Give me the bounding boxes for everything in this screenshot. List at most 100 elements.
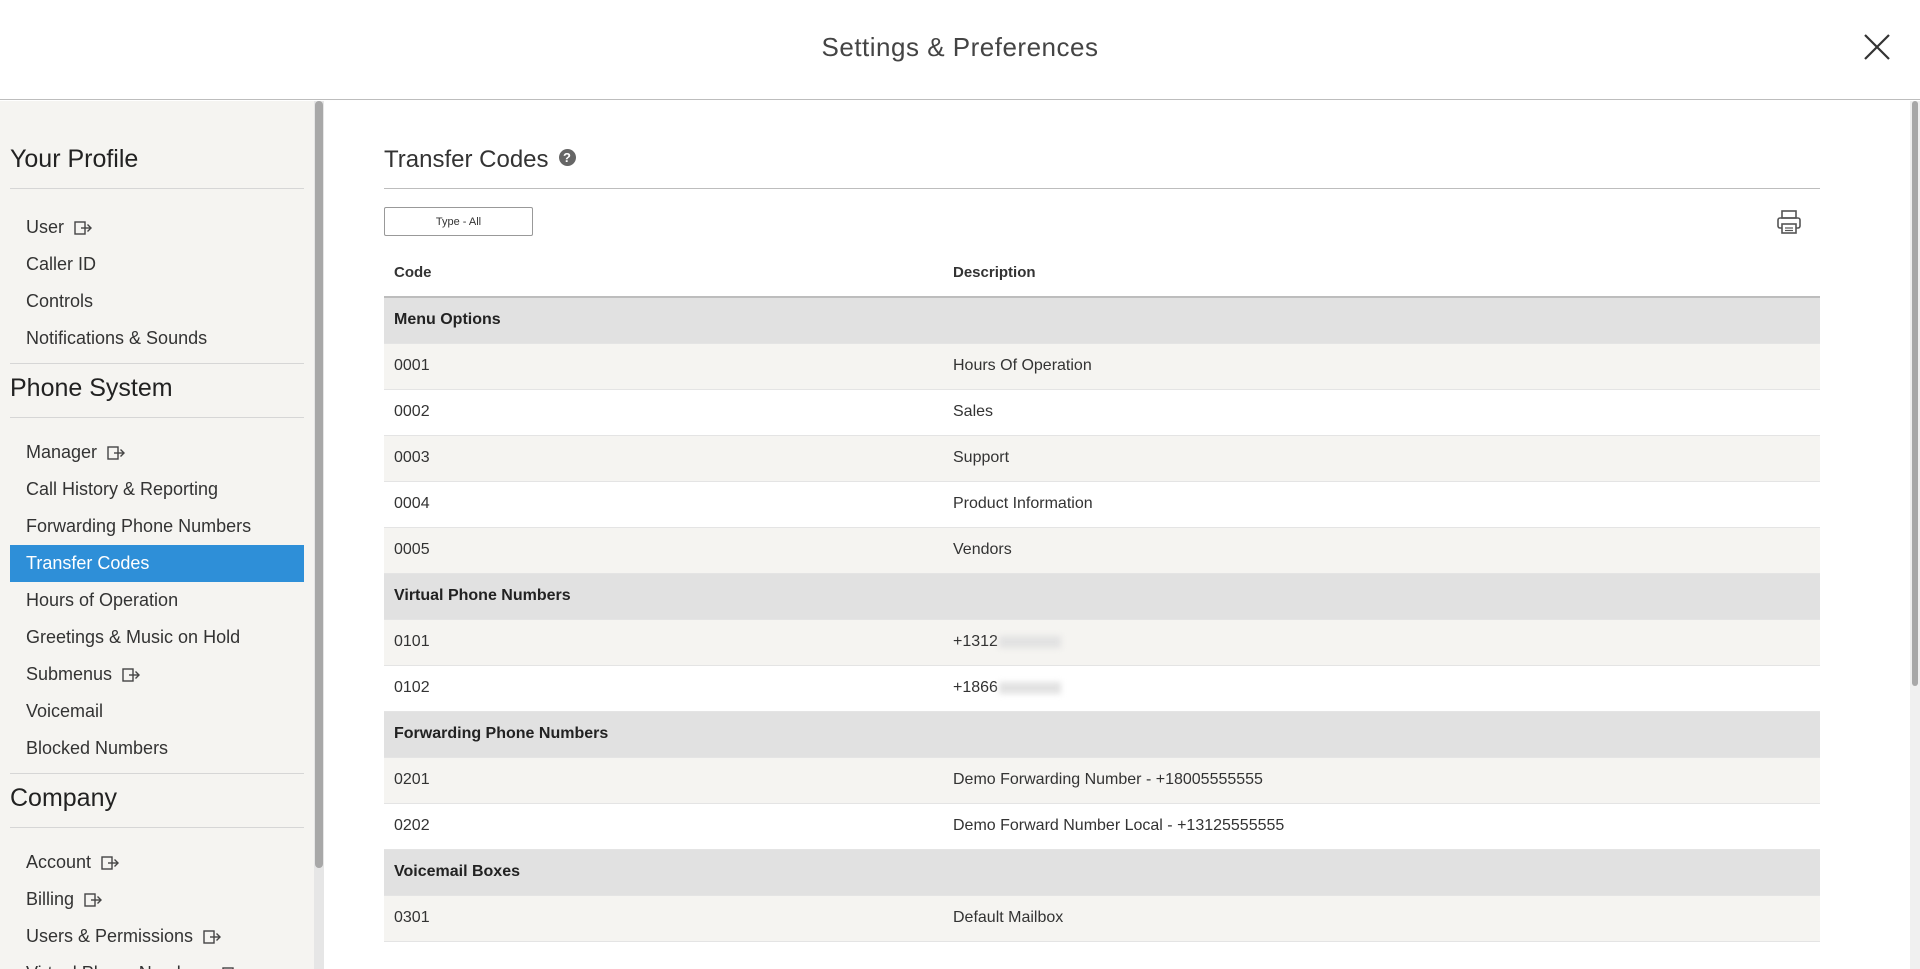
code-cell: 0202	[384, 803, 943, 850]
description-text: +1866	[953, 679, 998, 696]
sidebar-item-label: Users & Permissions	[26, 926, 194, 946]
description-text: +1312	[953, 633, 998, 650]
redacted-number	[998, 635, 1061, 648]
sidebar-item-notifications-and-sounds[interactable]: Notifications & Sounds	[10, 320, 304, 357]
sidebar-item-caller-id[interactable]: Caller ID	[10, 246, 304, 283]
description-text: Vendors	[953, 541, 1012, 558]
sidebar-section-title: Phone System	[10, 364, 304, 418]
description-text: Product Information	[953, 495, 1093, 512]
sidebar-item-label: Notifications & Sounds	[26, 328, 208, 348]
sidebar-scrollbar[interactable]	[314, 101, 324, 969]
sidebar-item-greetings-and-music-on-hold[interactable]: Greetings & Music on Hold	[10, 619, 304, 656]
code-cell: 0001	[384, 343, 943, 390]
description-cell: Default Mailbox	[943, 895, 1820, 942]
sidebar-section-company: Company Account Billing Users & Permissions…	[0, 774, 314, 969]
type-filter-button[interactable]: Type - All	[384, 207, 533, 236]
sidebar-item-label: Voicemail	[26, 701, 104, 721]
table-row[interactable]: 0002 Sales	[384, 389, 1820, 436]
table-group-row: Menu Options	[384, 297, 1820, 344]
sidebar-item-user[interactable]: User	[10, 209, 304, 246]
sidebar-section-title: Your Profile	[10, 101, 304, 189]
table-row[interactable]: 0101 +1312	[384, 619, 1820, 666]
description-text: Hours Of Operation	[953, 357, 1092, 374]
table-row[interactable]: 0003 Support	[384, 435, 1820, 482]
description-cell: Sales	[943, 389, 1820, 436]
sidebar-item-account[interactable]: Account	[10, 844, 304, 881]
description-cell: Vendors	[943, 527, 1820, 574]
sidebar-item-blocked-numbers[interactable]: Blocked Numbers	[10, 730, 304, 767]
table-row[interactable]: 0201 Demo Forwarding Number - +1800555555…	[384, 757, 1820, 804]
table-group-row: Forwarding Phone Numbers	[384, 711, 1820, 758]
description-text: Demo Forward Number Local - +13125555555	[953, 817, 1285, 834]
group-label: Forwarding Phone Numbers	[384, 711, 1820, 758]
table-row[interactable]: 0004 Product Information	[384, 481, 1820, 528]
sidebar-item-users-and-permissions[interactable]: Users & Permissions	[10, 918, 304, 955]
table-row[interactable]: 0005 Vendors	[384, 527, 1820, 574]
sidebar-item-label: Virtual Phone Numbers	[26, 963, 212, 969]
page-header: Transfer Codes ?	[384, 101, 1820, 189]
description-cell: +1312	[943, 619, 1820, 666]
sidebar-item-label: Transfer Codes	[26, 553, 150, 573]
sidebar-section-title: Company	[10, 774, 304, 828]
sidebar-item-label: Billing	[26, 889, 75, 909]
main-scrollbar[interactable]	[1910, 101, 1920, 969]
sidebar-item-label: User	[26, 217, 65, 237]
sidebar-scrollbar-thumb[interactable]	[315, 101, 323, 868]
sidebar-item-controls[interactable]: Controls	[10, 283, 304, 320]
code-cell: 0004	[384, 481, 943, 528]
code-cell: 0101	[384, 619, 943, 666]
external-link-icon	[84, 892, 103, 907]
table-group-row: Voicemail Boxes	[384, 849, 1820, 896]
table-row[interactable]: 0202 Demo Forward Number Local - +1312555…	[384, 803, 1820, 850]
description-text: Demo Forwarding Number - +18005555555	[953, 771, 1263, 788]
description-text: Support	[953, 449, 1010, 466]
group-label: Voicemail Boxes	[384, 849, 1820, 896]
sidebar-item-billing[interactable]: Billing	[10, 881, 304, 918]
table-group-row: Virtual Phone Numbers	[384, 573, 1820, 620]
description-cell: Demo Forward Number Local - +13125555555	[943, 803, 1820, 850]
table-row[interactable]: 0102 +1866	[384, 665, 1820, 712]
description-cell: Hours Of Operation	[943, 343, 1820, 390]
external-link-icon	[203, 929, 222, 944]
sidebar-item-label: Manager	[26, 442, 98, 462]
code-cell: 0002	[384, 389, 943, 436]
sidebar-item-manager[interactable]: Manager	[10, 434, 304, 471]
code-cell: 0102	[384, 665, 943, 712]
sidebar-item-transfer-codes[interactable]: Transfer Codes	[10, 545, 304, 582]
group-label: Menu Options	[384, 297, 1820, 344]
description-text: Sales	[953, 403, 994, 420]
sidebar-item-label: Submenus	[26, 664, 113, 684]
sidebar-item-forwarding-phone-numbers[interactable]: Forwarding Phone Numbers	[10, 508, 304, 545]
sidebar-item-virtual-phone-numbers[interactable]: Virtual Phone Numbers	[10, 955, 304, 969]
sidebar-item-label: Controls	[26, 291, 94, 311]
sidebar-item-hours-of-operation[interactable]: Hours of Operation	[10, 582, 304, 619]
sidebar-item-label: Forwarding Phone Numbers	[26, 516, 252, 536]
code-cell: 0005	[384, 527, 943, 574]
sidebar-item-call-history-and-reporting[interactable]: Call History & Reporting	[10, 471, 304, 508]
sidebar-item-label: Call History & Reporting	[26, 479, 219, 499]
sidebar-item-label: Account	[26, 852, 92, 872]
close-icon[interactable]	[1862, 32, 1892, 62]
page-title: Transfer Codes	[384, 146, 549, 173]
sidebar-item-voicemail[interactable]: Voicemail	[10, 693, 304, 730]
group-label: Virtual Phone Numbers	[384, 573, 1820, 620]
description-cell: Support	[943, 435, 1820, 482]
description-cell: +1866	[943, 665, 1820, 712]
sidebar: Your Profile User Caller ID Controls Notific…	[0, 101, 314, 969]
table-header-row: Code Description	[384, 249, 1820, 298]
settings-header: Settings & Preferences	[0, 0, 1920, 100]
external-link-icon	[122, 667, 141, 682]
print-icon[interactable]	[1776, 209, 1802, 235]
sidebar-item-label: Hours of Operation	[26, 590, 179, 610]
column-header-description[interactable]: Description	[943, 249, 1820, 298]
table-row[interactable]: 0301 Default Mailbox	[384, 895, 1820, 942]
table-row[interactable]: 0001 Hours Of Operation	[384, 343, 1820, 390]
sidebar-item-label: Blocked Numbers	[26, 738, 169, 758]
help-icon[interactable]: ?	[558, 149, 576, 166]
column-header-code[interactable]: Code	[384, 249, 943, 298]
transfer-codes-table: Code Description Menu Options 0001 Hours O…	[384, 249, 1820, 942]
external-link-icon	[222, 966, 234, 969]
main-scrollbar-thumb[interactable]	[1912, 101, 1918, 686]
code-cell: 0003	[384, 435, 943, 482]
sidebar-item-submenus[interactable]: Submenus	[10, 656, 304, 693]
